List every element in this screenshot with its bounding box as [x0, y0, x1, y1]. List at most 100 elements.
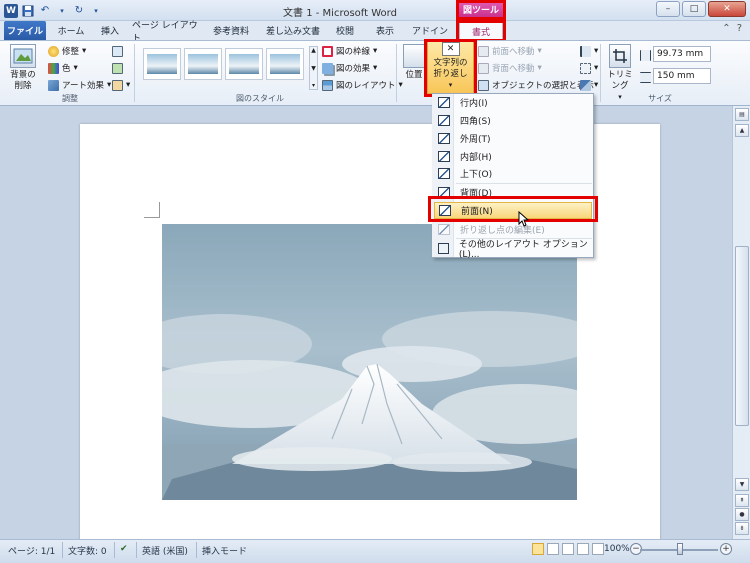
picture-layout-button[interactable]: 図のレイアウト ▾ [322, 78, 403, 92]
color-icon [48, 62, 59, 74]
zoom-in-button[interactable]: + [720, 543, 732, 555]
print-layout-view-icon[interactable] [532, 543, 544, 555]
redo-icon[interactable]: ↻ [72, 4, 86, 18]
gallery-down-icon[interactable]: ▼ [311, 65, 316, 72]
next-page-button[interactable]: ⇟ [735, 522, 749, 535]
word-app-icon[interactable]: W [4, 3, 18, 18]
gallery-up-icon[interactable]: ▲ [311, 47, 316, 54]
selection-pane-icon [478, 79, 489, 91]
position-button[interactable]: 位置 [402, 44, 426, 81]
picture-effects-button[interactable]: 図の効果 ▾ [322, 61, 377, 75]
picture-style-thumb[interactable] [143, 48, 181, 80]
menu-item-inline[interactable]: 行内(I) [434, 94, 592, 111]
vertical-scrollbar[interactable]: ▤ ▲ ▼ ⇞ ● ⇟ [732, 106, 750, 539]
draft-view-icon[interactable] [592, 543, 604, 555]
menu-item-behind-text[interactable]: 背面(D) [434, 184, 592, 201]
corrections-button[interactable]: 修整 ▾ [48, 44, 86, 58]
menu-item-label: 行内(I) [460, 99, 488, 109]
wrap-in-front-icon [439, 205, 451, 216]
wrap-text-button[interactable]: ✕ 文字列の 折り返し ▾ [427, 41, 474, 94]
outline-view-icon[interactable] [577, 543, 589, 555]
minimize-ribbon-icon[interactable]: ⌃ [722, 23, 730, 34]
tab-references[interactable]: 参考資料 [206, 21, 256, 40]
menu-item-more-layout-options[interactable]: その他のレイアウト オプション(L)... [434, 240, 592, 260]
menu-item-in-front-of-text[interactable]: 前面(N) [434, 202, 592, 219]
scroll-thumb[interactable] [735, 246, 749, 426]
proofing-icon[interactable]: ✔ [120, 544, 128, 554]
selection-pane-button[interactable]: オブジェクトの選択と表示 [478, 78, 594, 92]
tab-mailings[interactable]: 差し込み文書 [262, 21, 324, 40]
picture-border-label: 図の枠線 [336, 47, 371, 57]
dropdown-arrow-icon: ▾ [107, 80, 112, 90]
width-field[interactable]: 150 mm [653, 68, 711, 84]
tab-file[interactable]: ファイル [4, 21, 46, 40]
tab-home[interactable]: ホーム [52, 21, 90, 40]
picture-style-thumb[interactable] [266, 48, 304, 80]
customize-qat-icon[interactable]: ▾ [89, 4, 103, 18]
picture-border-button[interactable]: 図の枠線 ▾ [322, 44, 377, 58]
picture-effects-label: 図の効果 [336, 64, 371, 74]
group-separator [396, 44, 397, 102]
previous-page-button[interactable]: ⇞ [735, 494, 749, 507]
bring-forward-button[interactable]: 前面へ移動 ▾ [478, 44, 542, 58]
artistic-effects-icon [48, 79, 59, 91]
picture-effects-icon [322, 62, 333, 74]
insert-mode-indicator[interactable]: 挿入モード [202, 544, 247, 557]
scroll-up-button[interactable]: ▲ [735, 124, 749, 137]
align-button[interactable]: ▾ [580, 44, 598, 58]
picture-layout-icon [322, 79, 333, 91]
save-icon[interactable] [21, 4, 35, 18]
zoom-level[interactable]: 100% [604, 544, 630, 554]
dropdown-arrow-icon: ▾ [73, 63, 78, 73]
style-gallery-scroll[interactable]: ▲ ▼ ▾ [309, 46, 318, 90]
close-button[interactable]: ✕ [708, 1, 746, 17]
language-indicator[interactable]: 英語 (米国) [142, 544, 188, 557]
rotate-icon [580, 79, 591, 91]
help-icon[interactable]: ? [737, 23, 742, 34]
inserted-picture[interactable] [162, 224, 577, 500]
height-field[interactable]: 99.73 mm [653, 46, 711, 62]
select-browse-object-button[interactable]: ● [735, 508, 749, 521]
tab-addins[interactable]: アドイン [410, 21, 450, 40]
menu-item-square[interactable]: 四角(S) [434, 112, 592, 129]
ruler-toggle-icon[interactable]: ▤ [735, 108, 749, 121]
zoom-slider-knob[interactable] [677, 543, 683, 555]
wrap-behind-icon [438, 187, 450, 198]
menu-item-through[interactable]: 内部(H) [434, 148, 592, 165]
tab-insert[interactable]: 挿入 [94, 21, 126, 40]
dropdown-arrow-icon: ▾ [594, 80, 599, 90]
rotate-button[interactable]: ▾ [580, 78, 598, 92]
tab-review[interactable]: 校閲 [330, 21, 360, 40]
undo-dropdown-icon[interactable]: ▾ [55, 4, 69, 18]
crop-button[interactable]: トリミング ▾ [604, 44, 636, 103]
group-objects-button[interactable]: ▾ [580, 61, 598, 75]
undo-icon[interactable]: ↶ [38, 4, 52, 18]
scroll-down-button[interactable]: ▼ [735, 478, 749, 491]
tab-view[interactable]: 表示 [370, 21, 400, 40]
page-count[interactable]: ページ: 1/1 [8, 544, 55, 557]
menu-item-top-bottom[interactable]: 上下(O) [434, 165, 592, 182]
menu-item-tight[interactable]: 外周(T) [434, 130, 592, 147]
picture-style-thumb[interactable] [184, 48, 222, 80]
web-layout-view-icon[interactable] [562, 543, 574, 555]
send-backward-button[interactable]: 背面へ移動 ▾ [478, 61, 542, 75]
compress-pictures-button[interactable] [112, 44, 123, 58]
corrections-label: 修整 [62, 47, 80, 57]
tab-format[interactable]: 書式 [459, 21, 503, 40]
gallery-more-icon[interactable]: ▾ [312, 82, 315, 89]
word-count[interactable]: 文字数: 0 [68, 544, 107, 557]
tab-page-layout[interactable]: ページ レイアウト [132, 21, 204, 44]
color-button[interactable]: 色 ▾ [48, 61, 78, 75]
picture-style-thumb[interactable] [225, 48, 263, 80]
change-picture-button[interactable] [112, 61, 123, 75]
minimize-button[interactable]: – [656, 1, 680, 17]
remove-background-label: 背景の 削除 [10, 70, 36, 91]
full-screen-reading-view-icon[interactable] [547, 543, 559, 555]
artistic-effects-button[interactable]: アート効果 ▾ [48, 78, 111, 92]
mountain-photo [162, 224, 577, 500]
maximize-button[interactable]: □ [682, 1, 706, 17]
reset-picture-button[interactable]: ▾ [112, 78, 130, 92]
dropdown-arrow-icon: ▾ [594, 63, 599, 73]
remove-background-button[interactable]: 背景の 削除 [6, 44, 40, 92]
bring-forward-icon [478, 45, 489, 57]
